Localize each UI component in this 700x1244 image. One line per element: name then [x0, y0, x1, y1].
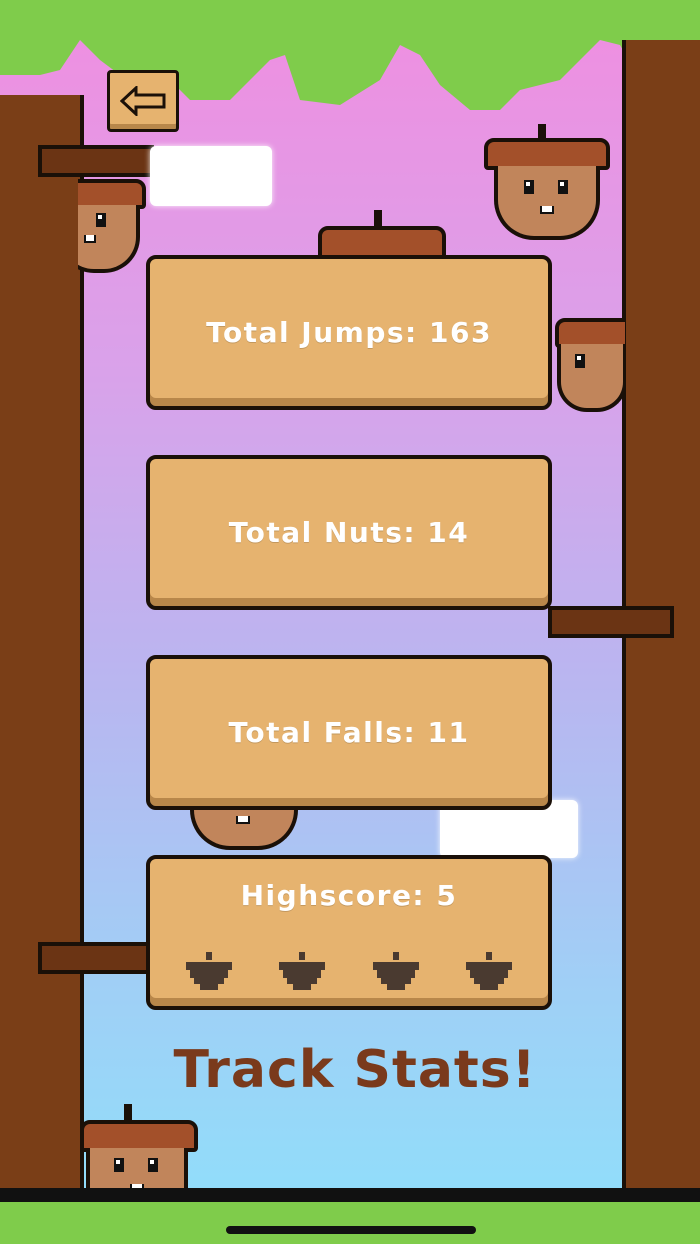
acorn-character	[78, 175, 148, 275]
back-button[interactable]	[107, 70, 179, 132]
tree-canopy	[0, 0, 700, 110]
highscore-card: Highscore: 5	[146, 855, 552, 1010]
acorn-character	[80, 1104, 202, 1194]
eye	[524, 180, 534, 194]
total-nuts-card: Total Nuts: 14	[146, 455, 552, 610]
branch	[38, 145, 154, 177]
acorn-character	[318, 210, 446, 260]
highscore-label: Highscore: 5	[240, 879, 458, 912]
acorn-character	[190, 806, 298, 854]
acorn-character	[484, 124, 610, 244]
left-tree-trunk	[0, 95, 84, 1205]
acorn-icon	[279, 952, 326, 990]
ground-edge	[0, 1188, 700, 1202]
acorn-icon	[186, 952, 232, 990]
total-nuts-label: Total Nuts: 14	[228, 516, 470, 549]
eye	[558, 180, 568, 194]
tagline: Track Stats!	[173, 1040, 537, 1100]
total-falls-card: Total Falls: 11	[146, 655, 552, 810]
total-jumps-label: Total Jumps: 163	[206, 316, 492, 349]
total-falls-label: Total Falls: 11	[228, 716, 470, 749]
acorn-character	[545, 318, 625, 418]
branch	[38, 942, 154, 974]
cloud	[150, 146, 272, 206]
home-indicator[interactable]	[226, 1226, 476, 1234]
total-jumps-card: Total Jumps: 163	[146, 255, 552, 410]
highscore-acorn-row	[184, 952, 514, 994]
branch	[548, 606, 674, 638]
acorn-icon	[372, 952, 419, 990]
grass	[0, 1202, 700, 1244]
left-arrow-icon	[120, 86, 166, 116]
acorn-icon	[465, 952, 512, 990]
